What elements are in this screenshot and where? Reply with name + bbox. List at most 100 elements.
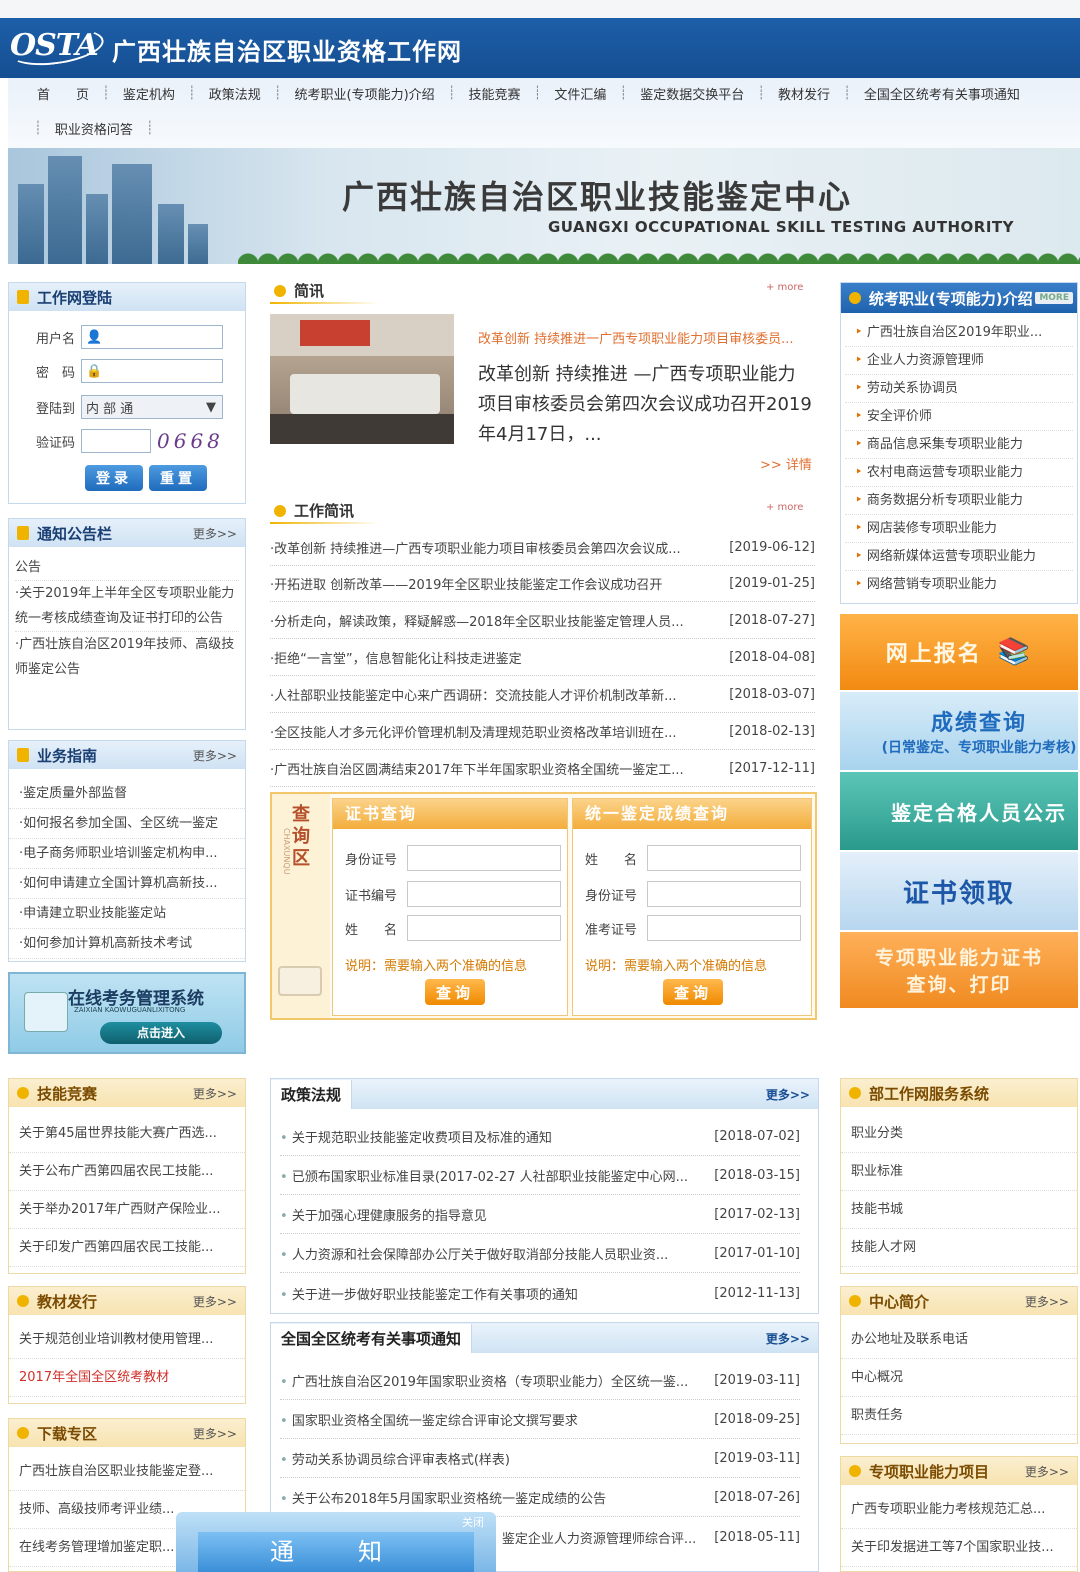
work-news-row[interactable]: ·改革创新 持续推进—广西专项职业能力项目审核委员会第四次会议成... [2019… bbox=[270, 530, 815, 566]
guide-item[interactable]: ·鉴定质量外部监督 bbox=[9, 779, 245, 809]
notice-more-link[interactable]: 更多>> bbox=[193, 525, 237, 542]
work-news-row[interactable]: ·开拓进取 创新改革——2019年全区职业技能鉴定工作会议成功召开 [2019-0… bbox=[270, 566, 815, 602]
service-item[interactable]: 职业标准 bbox=[841, 1153, 1077, 1191]
brief-more-link[interactable]: + more bbox=[766, 282, 803, 293]
cert-id-input[interactable] bbox=[407, 845, 561, 871]
online-register-button[interactable]: 网上报名 📚 bbox=[840, 614, 1078, 690]
nav-agencies[interactable]: 鉴定机构 bbox=[110, 84, 188, 103]
cert-no-input[interactable] bbox=[407, 881, 561, 907]
service-item[interactable]: 职业分类 bbox=[841, 1115, 1077, 1153]
center-item[interactable]: 办公地址及联系电话 bbox=[841, 1321, 1077, 1359]
guide-item[interactable]: ·如何参加计算机高新技术考试 bbox=[9, 929, 245, 959]
special-item[interactable]: 广西专项职业能力考核规范汇总... bbox=[841, 1491, 1077, 1529]
textbook-item[interactable]: 关于规范创业培训教材使用管理... bbox=[9, 1321, 245, 1359]
notice-popup[interactable]: 关闭 通 知 bbox=[176, 1512, 496, 1572]
exam-intro-item[interactable]: 网络营销专项职业能力 bbox=[845, 571, 1073, 599]
brief-detail-link[interactable]: >> 详情 bbox=[760, 454, 812, 473]
cert-collect-button[interactable]: 证书领取 bbox=[840, 852, 1078, 930]
work-news-more-link[interactable]: + more bbox=[766, 502, 803, 513]
textbook-more-link[interactable]: 更多>> bbox=[193, 1293, 237, 1310]
popup-close-button[interactable]: 关闭 bbox=[462, 1514, 484, 1530]
download-item[interactable]: 广西壮族自治区职业技能鉴定登... bbox=[9, 1453, 245, 1491]
download-more-link[interactable]: 更多>> bbox=[193, 1425, 237, 1442]
exam-system-enter-button[interactable]: 点击进入 bbox=[100, 1022, 222, 1044]
nav-policy[interactable]: 政策法规 bbox=[196, 84, 274, 103]
nav-exam-notices[interactable]: 全国全区统考有关事项通知 bbox=[851, 84, 1033, 103]
skills-item[interactable]: 关于公布广西第四届农民工技能... bbox=[9, 1153, 245, 1191]
policy-row[interactable]: 关于规范职业技能鉴定收费项目及标准的通知[2018-07-02] bbox=[280, 1118, 800, 1156]
login-to-select[interactable]: 内 部 通 ▼ bbox=[81, 395, 223, 419]
service-item[interactable]: 技能人才网 bbox=[841, 1229, 1077, 1267]
notice-item[interactable]: 公告 bbox=[15, 555, 239, 581]
score-id-input[interactable] bbox=[647, 881, 801, 907]
skills-item[interactable]: 关于举办2017年广西财产保险业... bbox=[9, 1191, 245, 1229]
nav-data-exchange[interactable]: 鉴定数据交换平台 bbox=[627, 84, 757, 103]
policy-row[interactable]: 关于加强心理健康服务的指导意见[2017-02-13] bbox=[280, 1196, 800, 1234]
nav-textbooks[interactable]: 教材发行 bbox=[765, 84, 843, 103]
exam-intro-item[interactable]: 网络新媒体运营专项职业能力 bbox=[845, 543, 1073, 571]
policy-row[interactable]: 关于进一步做好职业技能鉴定工作有关事项的通知[2012-11-13] bbox=[280, 1274, 800, 1312]
nav-skills[interactable]: 技能竞赛 bbox=[456, 84, 534, 103]
exam-intro-item[interactable]: 安全评价师 bbox=[845, 403, 1073, 431]
exam-notice-row[interactable]: 劳动关系协调员综合评审表格式(样表)[2019-03-11] bbox=[280, 1440, 800, 1478]
skills-item[interactable]: 关于印发广西第四届农民工技能... bbox=[9, 1229, 245, 1267]
password-input[interactable]: 🔒 bbox=[81, 359, 223, 383]
brief-photo[interactable] bbox=[270, 314, 454, 444]
cert-name-input[interactable] bbox=[407, 915, 561, 941]
exam-intro-item[interactable]: 网店装修专项职业能力 bbox=[845, 515, 1073, 543]
qualified-list-button[interactable]: 鉴定合格人员公示 bbox=[840, 772, 1078, 850]
exam-intro-item[interactable]: 劳动关系协调员 bbox=[845, 375, 1073, 403]
captcha-input[interactable] bbox=[81, 429, 151, 453]
work-news-row[interactable]: ·分析走向，解读政策，释疑解惑—2018年全区职业技能鉴定管理人员... [201… bbox=[270, 603, 815, 639]
exam-intro-more-link[interactable]: MORE bbox=[1035, 292, 1073, 304]
skills-item[interactable]: 关于第45届世界技能大赛广西选... bbox=[9, 1115, 245, 1153]
work-news-row[interactable]: ·全区技能人才多元化评价管理机制及清理规范职业资格改革培训班在... [2018-… bbox=[270, 714, 815, 750]
work-news-row[interactable]: ·拒绝“一言堂”，信息智能化让科技走进鉴定 [2018-04-08] bbox=[270, 640, 815, 676]
captcha-image[interactable]: 0668 bbox=[157, 429, 224, 453]
exam-intro-item[interactable]: 企业人力资源管理师 bbox=[845, 347, 1073, 375]
reset-button[interactable]: 重置 bbox=[149, 465, 207, 491]
guide-item[interactable]: ·如何申请建立全国计算机高新技... bbox=[9, 869, 245, 899]
exam-intro-item[interactable]: 农村电商运营专项职业能力 bbox=[845, 459, 1073, 487]
exam-notice-row[interactable]: 广西壮族自治区2019年国家职业资格（专项职业能力）全区统一鉴...[2019-… bbox=[280, 1362, 800, 1400]
exam-intro-item[interactable]: 商务数据分析专项职业能力 bbox=[845, 487, 1073, 515]
exam-notice-more-link[interactable]: 更多>> bbox=[766, 1330, 810, 1347]
center-item[interactable]: 职责任务 bbox=[841, 1397, 1077, 1435]
nav-home[interactable]: 首 页 bbox=[24, 84, 102, 103]
nav-documents[interactable]: 文件汇编 bbox=[541, 84, 619, 103]
special-item[interactable]: 关于印发据进工等7个国家职业技... bbox=[841, 1529, 1077, 1567]
nav-qa[interactable]: 职业资格问答 bbox=[42, 119, 146, 138]
policy-row[interactable]: 人力资源和社会保障部办公厅关于做好取消部分技能人员职业资...[2017-01-… bbox=[280, 1235, 800, 1273]
center-item[interactable]: 中心概况 bbox=[841, 1359, 1077, 1397]
cert-query-button[interactable]: 查询 bbox=[425, 979, 485, 1005]
policy-row[interactable]: 已颁布国家职业标准目录(2017-02-27 人社部职业技能鉴定中心网...[2… bbox=[280, 1157, 800, 1195]
guide-item[interactable]: ·申请建立职业技能鉴定站 bbox=[9, 899, 245, 929]
textbook-item[interactable]: 2017年全国全区统考教材 bbox=[9, 1359, 245, 1397]
skills-more-link[interactable]: 更多>> bbox=[193, 1085, 237, 1102]
score-name-input[interactable] bbox=[647, 845, 801, 871]
work-news-row[interactable]: ·人社部职业技能鉴定中心来广西调研：交流技能人才评价机制改革新... [2018-… bbox=[270, 677, 815, 713]
exam-intro-item[interactable]: 商品信息采集专项职业能力 bbox=[845, 431, 1073, 459]
special-more-link[interactable]: 更多>> bbox=[1025, 1463, 1069, 1480]
guide-more-link[interactable]: 更多>> bbox=[193, 747, 237, 764]
work-news-row[interactable]: ·广西壮族自治区圆满结束2017年下半年国家职业资格全国统一鉴定工... [201… bbox=[270, 751, 815, 787]
score-query-side-button[interactable]: 成绩查询 (日常鉴定、专项职业能力考核) bbox=[840, 692, 1078, 770]
score-query-button[interactable]: 查询 bbox=[663, 979, 723, 1005]
policy-more-link[interactable]: 更多>> bbox=[766, 1086, 810, 1103]
score-ticket-input[interactable] bbox=[647, 915, 801, 941]
brief-headline-link[interactable]: 改革创新 持续推进一广西专项职业能力项目审核委员... bbox=[478, 328, 818, 347]
exam-intro-item[interactable]: 广西壮族自治区2019年职业... bbox=[845, 319, 1073, 347]
login-button[interactable]: 登录 bbox=[85, 465, 143, 491]
guide-item[interactable]: ·电子商务师职业培训鉴定机构申... bbox=[9, 839, 245, 869]
notice-item[interactable]: ·关于2019年上半年全区专项职业能力统一考核成绩查询及证书打印的公告 bbox=[15, 581, 239, 632]
nav-exam-intro[interactable]: 统考职业(专项能力)介绍 bbox=[282, 84, 448, 103]
exam-notice-row[interactable]: 国家职业资格全国统一鉴定综合评审论文撰写要求[2018-09-25] bbox=[280, 1401, 800, 1439]
osta-logo[interactable]: OSTA bbox=[10, 28, 104, 70]
notice-item[interactable]: ·广西壮族自治区2019年技师、高级技师鉴定公告 bbox=[15, 632, 239, 682]
center-more-link[interactable]: 更多>> bbox=[1025, 1293, 1069, 1310]
guide-item[interactable]: ·如何报名参加全国、全区统一鉴定 bbox=[9, 809, 245, 839]
exam-system-banner[interactable]: 在线考务管理系统 ZAIXIAN KAOWUGUANLIXITONG 点击进入 bbox=[8, 972, 246, 1054]
service-item[interactable]: 技能书城 bbox=[841, 1191, 1077, 1229]
username-input[interactable]: 👤 bbox=[81, 325, 223, 349]
special-cert-button[interactable]: 专项职业能力证书 查询、打印 bbox=[840, 932, 1078, 1008]
